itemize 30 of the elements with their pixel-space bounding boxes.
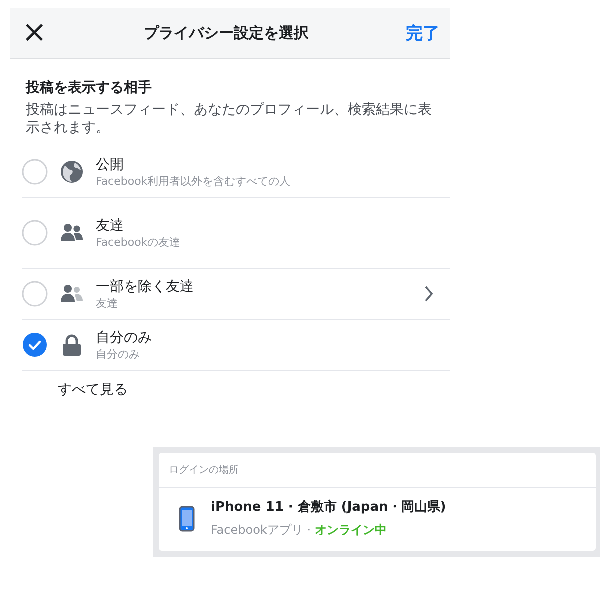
- done-button[interactable]: 完了: [406, 22, 440, 44]
- card-heading: ログインの場所: [159, 453, 596, 488]
- globe-icon: [60, 160, 84, 184]
- option-label: 公開: [96, 156, 125, 174]
- option-label: 自分のみ: [96, 328, 153, 347]
- option-label: 一部を除く友達: [96, 278, 195, 296]
- privacy-option[interactable]: 自分のみ 自分のみ: [22, 320, 450, 372]
- see-all-link[interactable]: すべて見る: [58, 381, 128, 400]
- section-description: 投稿はニュースフィード、あなたのプロフィール、検索結果に表示されます。: [26, 101, 433, 138]
- privacy-option[interactable]: 一部を除く友達 友達: [22, 269, 450, 320]
- app-name: Facebookアプリ ·: [211, 523, 312, 538]
- radio-icon[interactable]: [22, 220, 48, 246]
- screen-title: プライバシー設定を選択: [144, 24, 310, 42]
- close-button[interactable]: ×: [22, 18, 48, 48]
- privacy-option[interactable]: 公開 Facebook利用者以外を含むすべての人: [22, 147, 450, 198]
- option-sublabel: 自分のみ: [96, 346, 141, 362]
- lock-icon: [60, 333, 84, 358]
- option-label: 友達: [96, 216, 125, 235]
- radio-checked-icon[interactable]: [22, 332, 48, 358]
- phone-icon: [179, 506, 195, 532]
- option-sublabel: Facebook利用者以外を含むすべての人: [96, 174, 292, 189]
- option-sublabel: 友達: [96, 296, 119, 311]
- chevron-right-icon[interactable]: [424, 285, 434, 304]
- device-name: iPhone 11 · 倉敷市 (Japan・岡山県): [211, 498, 446, 516]
- radio-icon[interactable]: [22, 159, 48, 186]
- radio-icon[interactable]: [22, 281, 48, 308]
- online-status: オンライン中: [314, 523, 387, 538]
- section-title: 投稿を表示する相手: [26, 79, 153, 97]
- option-sublabel: Facebookの友達: [96, 234, 182, 250]
- privacy-option[interactable]: 友達 Facebookの友達: [22, 198, 450, 270]
